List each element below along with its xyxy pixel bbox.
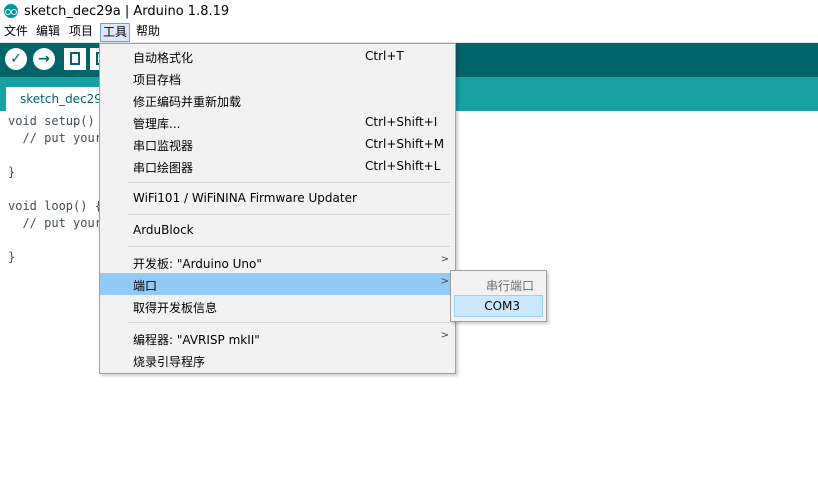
window-title: sketch_dec29a | Arduino 1.8.19	[24, 4, 230, 19]
menu-item-label: 开发板: "Arduino Uno"	[133, 257, 262, 271]
submenu-header: 串行端口	[451, 273, 546, 295]
tab-sketch[interactable]: sketch_dec29a	[6, 87, 110, 111]
menu-item-label: 修正编码并重新加载	[133, 95, 242, 109]
title-bar: sketch_dec29a | Arduino 1.8.19	[0, 0, 818, 22]
menu-separator	[128, 246, 450, 247]
menu-sketch[interactable]: 项目	[67, 23, 95, 40]
menu-item-board-info[interactable]: 取得开发板信息	[100, 295, 455, 317]
code-line: }	[8, 250, 16, 264]
arduino-logo-icon	[4, 4, 18, 18]
menu-item-label: 串口监视器	[133, 139, 194, 153]
menu-item-label: ArduBlock	[133, 223, 194, 237]
menu-item-serial-plotter[interactable]: 串口绘图器 Ctrl+Shift+L	[100, 155, 455, 177]
menu-item-label: 管理库...	[133, 117, 181, 131]
menu-item-shortcut: Ctrl+T	[365, 49, 404, 63]
menu-item-port[interactable]: 端口 >	[100, 273, 455, 295]
menu-bar: 文件 编辑 项目 工具 帮助	[0, 22, 818, 43]
menu-item-label: 自动格式化	[133, 51, 194, 65]
menu-tools[interactable]: 工具	[100, 23, 131, 42]
menu-item-label: 取得开发板信息	[133, 301, 218, 315]
code-line: }	[8, 165, 16, 179]
menu-file[interactable]: 文件	[2, 23, 30, 40]
menu-item-firmware-updater[interactable]: WiFi101 / WiFiNINA Firmware Updater	[100, 187, 455, 209]
menu-item-programmer[interactable]: 编程器: "AVRISP mkII" >	[100, 327, 455, 349]
menu-item-ardublock[interactable]: ArduBlock	[100, 219, 455, 241]
port-submenu: 串行端口 COM3	[450, 270, 547, 322]
menu-separator	[128, 214, 450, 215]
menu-item-serial-monitor[interactable]: 串口监视器 Ctrl+Shift+M	[100, 133, 455, 155]
menu-item-label: 端口	[133, 279, 158, 293]
tools-dropdown-menu: 自动格式化 Ctrl+T 项目存档 修正编码并重新加载 管理库... Ctrl+…	[99, 43, 456, 374]
chevron-right-icon: >	[440, 276, 449, 287]
upload-button[interactable]: →	[33, 48, 55, 70]
tab-label: sketch_dec29a	[20, 92, 110, 106]
code-line: // put your	[8, 131, 102, 145]
menu-edit[interactable]: 编辑	[34, 23, 62, 40]
menu-item-label: 串口绘图器	[133, 161, 194, 175]
menu-item-board[interactable]: 开发板: "Arduino Uno" >	[100, 251, 455, 273]
menu-item-shortcut: Ctrl+Shift+L	[365, 159, 441, 173]
code-line: void loop() {	[8, 199, 102, 213]
port-item-label: COM3	[484, 299, 520, 313]
menu-item-label: WiFi101 / WiFiNINA Firmware Updater	[133, 191, 357, 205]
arrow-right-icon: →	[38, 51, 50, 67]
verify-button[interactable]: ✓	[5, 48, 27, 70]
menu-item-shortcut: Ctrl+Shift+M	[365, 137, 445, 151]
menu-item-label: 项目存档	[133, 73, 182, 87]
new-sketch-button[interactable]	[64, 48, 86, 70]
menu-item-fix-encoding[interactable]: 修正编码并重新加载	[100, 89, 455, 111]
menu-item-label: 烧录引导程序	[133, 355, 206, 369]
menu-item-auto-format[interactable]: 自动格式化 Ctrl+T	[100, 45, 455, 67]
menu-help[interactable]: 帮助	[134, 23, 162, 40]
checkmark-icon: ✓	[10, 51, 22, 67]
chevron-right-icon: >	[440, 254, 449, 265]
submenu-header-label: 串行端口	[485, 279, 534, 293]
port-item-com3[interactable]: COM3	[454, 295, 543, 317]
menu-item-manage-libraries[interactable]: 管理库... Ctrl+Shift+I	[100, 111, 455, 133]
chevron-right-icon: >	[440, 330, 449, 341]
menu-item-burn-bootloader[interactable]: 烧录引导程序	[100, 349, 455, 371]
menu-separator	[128, 182, 450, 183]
menu-item-shortcut: Ctrl+Shift+I	[365, 115, 438, 129]
menu-item-label: 编程器: "AVRISP mkII"	[133, 333, 260, 347]
menu-separator	[128, 322, 450, 323]
code-line: // put your	[8, 216, 102, 230]
menu-item-archive-sketch[interactable]: 项目存档	[100, 67, 455, 89]
code-line: void setup() {	[8, 114, 110, 128]
